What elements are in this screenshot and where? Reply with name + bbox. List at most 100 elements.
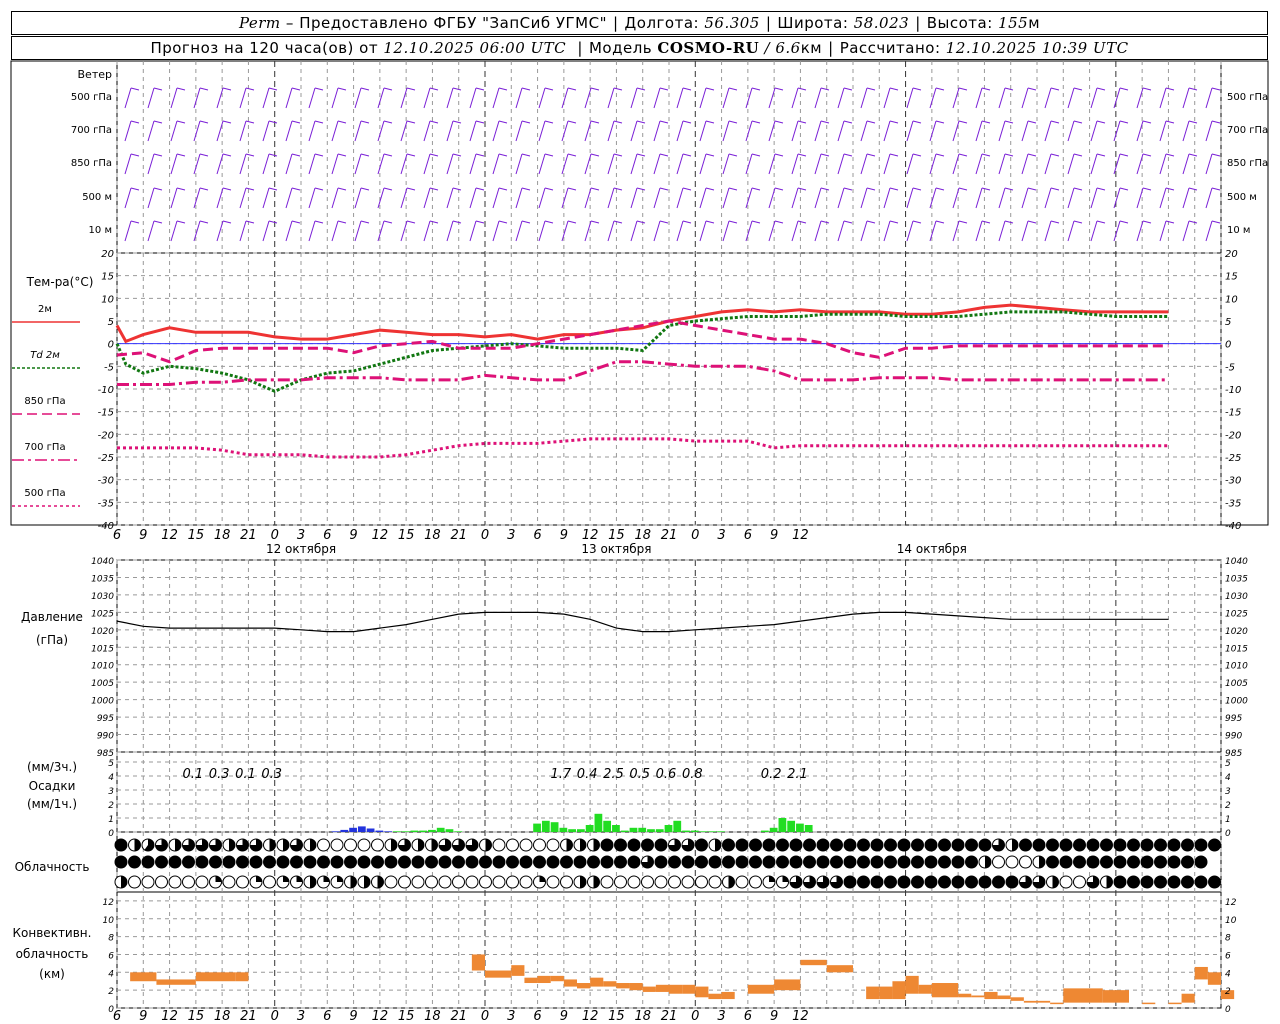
- cloud-fill-full: [655, 839, 667, 851]
- convective-bar: [642, 986, 656, 992]
- wind-barb: [1021, 87, 1037, 109]
- x-tick-label: 18: [424, 528, 441, 543]
- cloud-fill-full: [628, 856, 640, 868]
- pressure-tick-left: 1005: [91, 679, 114, 689]
- convective-bar: [866, 986, 880, 1000]
- wind-level-label-right: 10 м: [1227, 225, 1250, 236]
- wind-barb: [1090, 153, 1106, 175]
- cloud-fill-full: [898, 876, 910, 888]
- x-tick-label: 0: [271, 528, 279, 543]
- wind-barb: [883, 220, 899, 242]
- cloud-fill-partial: [310, 839, 316, 851]
- convective-bar: [485, 970, 512, 978]
- x-tick-label-bottom: 0: [481, 1009, 489, 1024]
- cloud-fill-full: [736, 839, 748, 851]
- convective-bar: [800, 959, 827, 966]
- cloud-fill-partial: [580, 839, 586, 851]
- cloud-fill-full: [857, 876, 870, 888]
- wind-barb: [538, 87, 554, 109]
- temp-legend-label: Td 2м: [30, 350, 60, 361]
- wind-barb: [124, 87, 140, 109]
- cloud-fill-partial: [175, 839, 181, 851]
- cloud-fill-full: [263, 856, 276, 868]
- cloud-fill-full: [979, 876, 991, 888]
- wind-barb: [1159, 87, 1175, 109]
- cloud-symbol: [546, 875, 560, 889]
- convective-bar: [721, 991, 735, 1000]
- wind-barb: [975, 220, 991, 242]
- wind-level-label: 500 м: [82, 192, 112, 203]
- precip-bar: [664, 825, 673, 832]
- wind-barb: [722, 120, 738, 142]
- cloud-fill-full: [695, 839, 708, 851]
- cloud-symbol: [668, 875, 681, 889]
- cloud-symbol: [344, 838, 357, 852]
- cloud-symbol: [600, 875, 614, 889]
- x-tick-label: 6: [323, 528, 331, 543]
- x-tick-label: 12: [792, 528, 809, 543]
- precip-tick-right: 3: [1225, 787, 1231, 797]
- cloud-fill-full: [844, 876, 856, 888]
- wind-barb: [676, 153, 692, 175]
- convective-bar: [524, 977, 538, 984]
- wind-barb: [239, 87, 255, 109]
- precip-bar: [620, 830, 629, 832]
- temp-tick-left: 5: [108, 317, 114, 328]
- wind-barb: [722, 87, 738, 109]
- x-tick-label: 0: [691, 528, 699, 543]
- wind-barb: [883, 153, 899, 175]
- temp-tick-left: -20: [98, 430, 114, 441]
- cloud-symbol: [1005, 855, 1019, 869]
- wind-barb: [1067, 220, 1083, 242]
- cloud-symbol: [708, 875, 722, 889]
- wind-barb: [538, 220, 554, 242]
- cloud-fill-full: [1087, 839, 1099, 851]
- wind-barb: [538, 153, 554, 175]
- precip-bar: [366, 828, 375, 832]
- wind-barb: [331, 220, 347, 242]
- wind-barb: [515, 87, 531, 109]
- cloud-fill-full: [398, 856, 411, 868]
- precip-bar: [761, 830, 769, 832]
- wind-barb: [1205, 120, 1221, 142]
- cloud-fill-full: [938, 839, 951, 851]
- cloud-fill-full: [331, 856, 343, 868]
- temp-tick-left: 10: [101, 294, 114, 305]
- wind-barb: [607, 153, 623, 175]
- convective-bar: [997, 995, 1011, 1000]
- wind-barb: [1205, 187, 1221, 209]
- temp-tick-left: 15: [101, 272, 114, 283]
- wind-barb: [1205, 153, 1221, 175]
- wind-barb: [1021, 187, 1037, 209]
- precip-bar: [393, 831, 401, 832]
- cloud-fill-full: [763, 839, 775, 851]
- precip-bar: [647, 829, 655, 832]
- precip-unit-3h: (мм/3ч.): [27, 760, 77, 774]
- precip-total-label: 2.1: [787, 767, 808, 782]
- x-tick-label-bottom: 18: [424, 1009, 441, 1024]
- convective-bar: [1050, 1002, 1064, 1005]
- cloud-fill-full: [830, 839, 843, 851]
- wind-barb: [331, 153, 347, 175]
- x-tick-label-bottom: 6: [533, 1009, 541, 1024]
- cloud-symbol: [398, 875, 411, 889]
- wind-barb: [308, 187, 324, 209]
- wind-barb: [768, 120, 784, 142]
- precipitation-bars: [331, 813, 813, 832]
- wind-barb: [745, 120, 761, 142]
- cloud-fill-partial: [769, 876, 775, 882]
- day-label: 14 октября: [897, 542, 967, 556]
- wind-barb: [722, 187, 738, 209]
- temp-tick-left: -30: [98, 476, 114, 487]
- temp-tick-left: -15: [98, 408, 114, 419]
- temp-tick-right: -30: [1225, 476, 1241, 487]
- wind-barb: [538, 120, 554, 142]
- cloud-symbol: [371, 838, 384, 852]
- cloud-symbol: [506, 875, 519, 889]
- precip-bar: [357, 826, 366, 832]
- x-tick-label-bottom: 3: [297, 1009, 305, 1024]
- temp-legend-label: 700 гПа: [24, 442, 65, 453]
- cloud-fill-full: [817, 839, 829, 851]
- cloud-fill-partial: [580, 876, 586, 888]
- x-tick-label: 12: [372, 528, 389, 543]
